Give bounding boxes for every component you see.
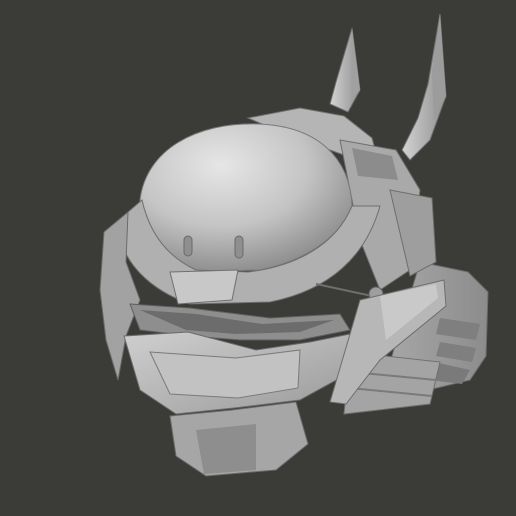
forehead-plate (169, 269, 239, 305)
vent-slot-right (234, 235, 244, 259)
3d-viewport[interactable] (0, 0, 516, 516)
vent-slot-left (183, 235, 193, 257)
left-horn (329, 27, 361, 113)
helmet-model (99, 13, 489, 477)
faceplate (123, 331, 351, 477)
right-horn (401, 13, 447, 161)
